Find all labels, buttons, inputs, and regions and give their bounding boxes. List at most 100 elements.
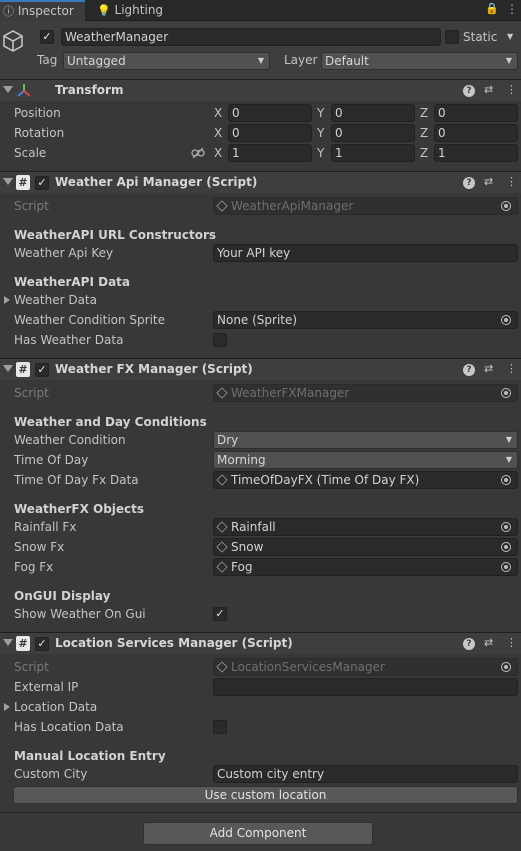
weather-api-manager-header[interactable]: # ✓ Weather Api Manager (Script) ? ⇄ ⋮	[0, 171, 521, 193]
weather-api-key-label: Weather Api Key	[14, 246, 114, 260]
fog-fx-field[interactable]: Fog	[213, 558, 518, 576]
position-z-field[interactable]: 0	[434, 104, 518, 122]
transform-icon	[17, 84, 31, 97]
preset-icon[interactable]: ⇄	[484, 83, 493, 96]
gameobject-icon	[216, 541, 228, 553]
link-icon[interactable]	[191, 147, 205, 159]
tab-inspector-label: Inspector	[17, 4, 74, 18]
component-enabled-checkbox[interactable]: ✓	[35, 176, 49, 190]
weather-fx-manager-header[interactable]: # ✓ Weather FX Manager (Script) ? ⇄ ⋮	[0, 358, 521, 380]
object-picker-icon	[501, 662, 511, 672]
preset-icon[interactable]: ⇄	[484, 362, 493, 375]
add-component-button[interactable]: Add Component	[143, 822, 373, 845]
object-picker-icon[interactable]	[501, 315, 511, 325]
external-ip-field[interactable]	[213, 678, 518, 696]
rotation-z-field[interactable]: 0	[434, 124, 518, 142]
position-y-field[interactable]: 0	[331, 104, 415, 122]
component-enabled-checkbox[interactable]: ✓	[35, 637, 49, 651]
weather-condition-dropdown[interactable]: Dry ▼	[213, 431, 518, 449]
custom-city-field[interactable]: Custom city entry	[213, 765, 518, 783]
rotation-y-field[interactable]: 0	[331, 124, 415, 142]
weather-condition-label: Weather Condition	[14, 433, 126, 447]
time-of-day-dropdown[interactable]: Morning ▼	[213, 451, 518, 469]
object-picker-icon[interactable]	[501, 475, 511, 485]
transform-header[interactable]: Transform ? ⇄ ⋮	[0, 79, 521, 101]
snow-fx-label: Snow Fx	[14, 540, 65, 554]
gameobject-header: ✓ WeatherManager Static ▼ Tag Untagged ▼ …	[0, 21, 521, 79]
time-of-day-fx-value: TimeOfDayFX (Time Of Day FX)	[231, 473, 420, 487]
script-asset-icon	[216, 200, 228, 212]
help-icon[interactable]: ?	[463, 85, 475, 97]
section-header: WeatherAPI URL Constructors	[14, 228, 217, 242]
scale-label: Scale	[14, 146, 47, 160]
lock-icon[interactable]: 🔒	[485, 2, 499, 15]
foldout-icon[interactable]	[4, 296, 10, 304]
layer-label: Layer	[284, 53, 318, 67]
static-dropdown-icon[interactable]: ▼	[507, 32, 513, 41]
scale-y-field[interactable]: 1	[331, 144, 415, 162]
kebab-menu-icon[interactable]: ⋮	[506, 2, 518, 16]
rainfall-fx-field[interactable]: Rainfall	[213, 518, 518, 536]
chevron-down-icon: ▼	[505, 56, 512, 65]
location-data-foldout[interactable]: Location Data	[14, 700, 97, 714]
scale-z-field[interactable]: 1	[434, 144, 518, 162]
static-checkbox[interactable]	[445, 30, 459, 44]
help-icon[interactable]: ?	[463, 364, 475, 376]
weather-api-key-field[interactable]: Your API key	[213, 244, 518, 262]
script-label: Script	[14, 386, 49, 400]
use-custom-location-button[interactable]: Use custom location	[13, 786, 518, 804]
cube-icon	[3, 30, 23, 52]
weather-fx-manager-title: Weather FX Manager (Script)	[55, 362, 253, 376]
section-header: Manual Location Entry	[14, 749, 166, 763]
scale-x-field[interactable]: 1	[228, 144, 312, 162]
kebab-menu-icon[interactable]: ⋮	[506, 175, 517, 188]
preset-icon[interactable]: ⇄	[484, 636, 493, 649]
position-x-field[interactable]: 0	[228, 104, 312, 122]
snow-fx-field[interactable]: Snow	[213, 538, 518, 556]
axis-x-label: X	[214, 146, 223, 160]
tab-lighting[interactable]: 💡 Lighting	[97, 0, 177, 21]
show-weather-on-gui-checkbox[interactable]: ✓	[213, 607, 227, 621]
component-enabled-checkbox[interactable]: ✓	[35, 363, 49, 377]
tab-inspector[interactable]: ⓘ Inspector	[0, 0, 85, 21]
time-of-day-fx-data-field[interactable]: TimeOfDayFX (Time Of Day FX)	[213, 471, 518, 489]
divider	[0, 812, 521, 813]
gameobject-name-field[interactable]: WeatherManager	[61, 28, 441, 46]
weather-data-foldout[interactable]: Weather Data	[14, 293, 97, 307]
has-location-data-checkbox[interactable]	[213, 720, 227, 734]
kebab-menu-icon[interactable]: ⋮	[506, 83, 517, 96]
rotation-x-field[interactable]: 0	[228, 124, 312, 142]
foldout-icon[interactable]	[3, 178, 13, 185]
location-services-manager-title: Location Services Manager (Script)	[55, 636, 293, 650]
time-of-day-fx-data-label: Time Of Day Fx Data	[14, 473, 139, 487]
kebab-menu-icon[interactable]: ⋮	[506, 362, 517, 375]
help-icon[interactable]: ?	[463, 638, 475, 650]
gameobject-active-checkbox[interactable]: ✓	[40, 30, 54, 44]
object-picker-icon[interactable]	[501, 542, 511, 552]
foldout-icon[interactable]	[3, 86, 13, 93]
script-field: WeatherFXManager	[213, 384, 518, 402]
axis-z-label: Z	[420, 146, 429, 160]
tag-dropdown[interactable]: Untagged ▼	[63, 52, 270, 70]
script-field: LocationServicesManager	[213, 658, 518, 676]
layer-dropdown[interactable]: Default ▼	[321, 52, 518, 70]
object-picker-icon[interactable]	[501, 522, 511, 532]
object-picker-icon[interactable]	[501, 562, 511, 572]
script-icon: #	[16, 636, 30, 651]
preset-icon[interactable]: ⇄	[484, 175, 493, 188]
has-weather-data-checkbox[interactable]	[213, 333, 227, 347]
section-header: OnGUI Display	[14, 589, 111, 603]
foldout-icon[interactable]	[4, 703, 10, 711]
foldout-icon[interactable]	[3, 365, 13, 372]
location-services-manager-header[interactable]: # ✓ Location Services Manager (Script) ?…	[0, 632, 521, 654]
axis-y-label: Y	[317, 126, 325, 140]
weather-condition-sprite-field[interactable]: None (Sprite)	[213, 311, 518, 329]
tag-label: Tag	[37, 53, 58, 67]
script-icon: #	[16, 175, 30, 190]
sprite-value: None (Sprite)	[217, 313, 298, 327]
section-header: Weather and Day Conditions	[14, 415, 207, 429]
help-icon[interactable]: ?	[463, 177, 475, 189]
foldout-icon[interactable]	[3, 639, 13, 646]
kebab-menu-icon[interactable]: ⋮	[506, 636, 517, 649]
weather-condition-value: Dry	[217, 433, 239, 447]
